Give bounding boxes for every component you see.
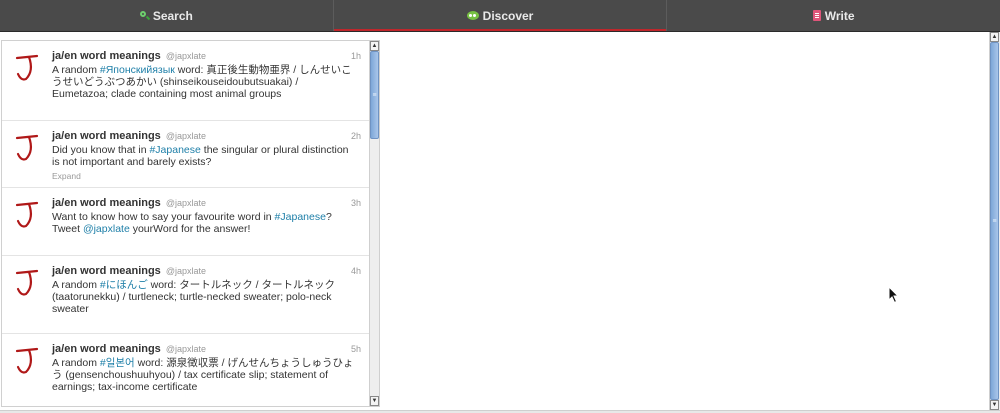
tweet-header: ja/en word meanings @japxlate — [52, 196, 361, 210]
scroll-thumb[interactable]: ≡ — [370, 51, 379, 139]
tweet-timestamp[interactable]: 5h — [351, 344, 361, 354]
avatar — [15, 54, 39, 81]
page-scroll-down-button[interactable]: ▼ — [990, 400, 999, 410]
tweet-list-scrollbar[interactable]: ▲ ≡ ▼ — [369, 40, 380, 407]
tweet-list: ja/en word meanings @japxlate 1h A rando… — [1, 40, 369, 407]
tweet-text: A random #Японскийязык word: 真正後生動物亜界 / … — [52, 64, 361, 100]
tweet-timestamp[interactable]: 4h — [351, 266, 361, 276]
tweet-text: A random #にほんご word: タートルネック / タートルネック (… — [52, 279, 361, 315]
tweet-text-part: Did you know that in — [52, 144, 150, 156]
author-name[interactable]: ja/en word meanings — [52, 343, 161, 355]
tweet-header: ja/en word meanings @japxlate — [52, 129, 361, 143]
page-scrollbar[interactable]: ▲ ≡ ▼ — [989, 32, 1000, 410]
write-icon — [812, 10, 821, 21]
tab-discover[interactable]: Discover — [334, 0, 668, 31]
discover-icon — [466, 11, 479, 20]
tweet-item[interactable]: ja/en word meanings @japxlate 3h Want to… — [2, 188, 369, 256]
hashtag-link[interactable]: #Японскийязык — [100, 64, 175, 76]
avatar — [15, 134, 39, 161]
author-name[interactable]: ja/en word meanings — [52, 197, 161, 209]
tweet-text-part: Want to know how to say your favourite w… — [52, 211, 275, 223]
expand-link[interactable]: Expand — [52, 171, 361, 181]
tweet-text-part: A random — [52, 279, 100, 291]
tweet-header: ja/en word meanings @japxlate — [52, 49, 361, 63]
author-handle[interactable]: @japxlate — [166, 198, 206, 208]
scroll-up-button[interactable]: ▲ — [370, 41, 379, 51]
tweet-text-part: A random — [52, 357, 100, 369]
tweet-text: A random #일본어 word: 源泉徴収票 / げんせんちょうしゅうひょ… — [52, 357, 361, 393]
avatar — [15, 347, 39, 374]
tweet-timestamp[interactable]: 2h — [351, 131, 361, 141]
tweet-item[interactable]: ja/en word meanings @japxlate 4h A rando… — [2, 256, 369, 334]
author-name[interactable]: ja/en word meanings — [52, 265, 161, 277]
hashtag-link[interactable]: #Japanese — [149, 144, 200, 156]
hashtag-link[interactable]: #일본어 — [100, 357, 135, 369]
tab-write[interactable]: Write — [667, 0, 1000, 31]
tweet-text: Did you know that in #Japanese the singu… — [52, 144, 361, 168]
tweet-timestamp[interactable]: 1h — [351, 51, 361, 61]
hashtag-link[interactable]: #にほんご — [100, 279, 148, 291]
author-handle[interactable]: @japxlate — [166, 344, 206, 354]
avatar — [15, 269, 39, 296]
tweet-text-part: A random — [52, 64, 100, 76]
tweet-header: ja/en word meanings @japxlate — [52, 342, 361, 356]
author-name[interactable]: ja/en word meanings — [52, 130, 161, 142]
author-name[interactable]: ja/en word meanings — [52, 50, 161, 62]
author-handle[interactable]: @japxlate — [166, 266, 206, 276]
tweet-item[interactable]: ja/en word meanings @japxlate 2h Did you… — [2, 121, 369, 188]
tweet-text: Want to know how to say your favourite w… — [52, 211, 361, 235]
tweet-timestamp[interactable]: 3h — [351, 198, 361, 208]
tweet-text-part: yourWord for the answer! — [129, 223, 251, 235]
search-icon — [139, 11, 149, 20]
page-scroll-up-button[interactable]: ▲ — [990, 32, 999, 42]
tab-search[interactable]: Search — [0, 0, 334, 31]
tab-search-label: Search — [152, 8, 193, 23]
mouse-cursor-icon — [888, 286, 900, 304]
hashtag-link[interactable]: #Japanese — [275, 211, 326, 223]
scroll-down-button[interactable]: ▼ — [370, 396, 379, 406]
avatar — [15, 201, 39, 228]
tweet-header: ja/en word meanings @japxlate — [52, 264, 361, 278]
author-handle[interactable]: @japxlate — [166, 131, 206, 141]
page-scroll-thumb[interactable]: ≡ — [990, 42, 999, 400]
tweet-item[interactable]: ja/en word meanings @japxlate 5h A rando… — [2, 334, 369, 406]
author-handle[interactable]: @japxlate — [166, 51, 206, 61]
tab-discover-label: Discover — [482, 8, 534, 23]
tab-write-label: Write — [824, 8, 855, 23]
top-tab-bar: Search Discover Write — [0, 0, 1000, 32]
mention-link[interactable]: @japxlate — [83, 223, 130, 235]
tweet-item[interactable]: ja/en word meanings @japxlate 1h A rando… — [2, 41, 369, 121]
